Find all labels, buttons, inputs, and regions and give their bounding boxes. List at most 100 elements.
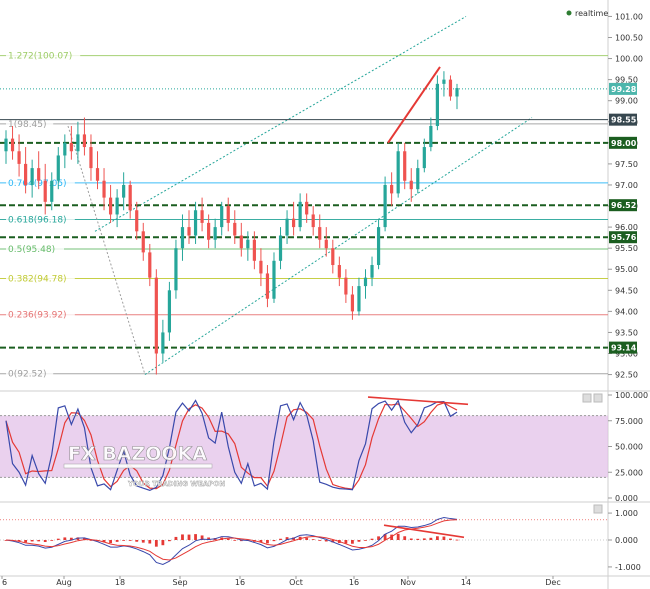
macd-hist-bar <box>135 540 139 542</box>
price-tick-label: 95.00 <box>615 265 638 274</box>
candle-body <box>357 286 361 312</box>
candle-body <box>383 184 387 228</box>
last-price-value: 99.28 <box>611 85 637 94</box>
candle-body <box>429 125 433 148</box>
stoch-trend-line <box>367 396 469 406</box>
candle-body <box>200 210 204 223</box>
macd-tick-label: 0.000 <box>615 536 638 545</box>
macd-hist-bar <box>455 539 459 541</box>
macd-hist-bar <box>370 538 374 540</box>
candle-body <box>409 180 413 190</box>
macd-settings-icon <box>593 504 603 514</box>
candle-body <box>291 218 296 228</box>
macd-hist-bar <box>429 537 433 540</box>
macd-hist-bar <box>128 540 132 541</box>
watermark-logo: FX BAZOOKA YOUR TRADING WEAPON <box>63 443 226 488</box>
price-tick-label: 94.00 <box>615 307 638 316</box>
macd-hist-bar <box>122 540 126 541</box>
support-level-value: 93.14 <box>611 344 637 353</box>
fib-level-label: 1.272(100.07) <box>8 52 72 62</box>
candle-body <box>174 248 178 291</box>
fib-level-label: 1(98.45) <box>8 120 47 130</box>
candle-body <box>233 222 237 236</box>
time-tick-label: Nov <box>400 578 416 587</box>
time-tick-label: Dec <box>545 578 560 587</box>
time-tick-label: Sep <box>172 578 187 587</box>
stoch-settings-icon <box>582 393 592 403</box>
candle-body <box>396 151 400 194</box>
macd-hist-bar <box>435 536 439 540</box>
candle-body <box>24 163 28 185</box>
candle-body <box>141 231 145 253</box>
macd-hist-bar <box>194 534 197 540</box>
candle-body <box>56 155 60 181</box>
candle-body <box>63 142 67 156</box>
macd-hist-bar <box>30 540 34 542</box>
fib-level-label: 0.618(96.18) <box>8 216 67 226</box>
macd-hist-bar <box>364 540 367 541</box>
candle-body <box>337 265 341 278</box>
chart-window: 101.00100.50100.0099.5099.0098.5098.0097… <box>0 0 650 589</box>
support-level-value: 95.76 <box>611 233 637 242</box>
candle-body <box>115 197 119 215</box>
candle-body <box>272 260 276 299</box>
macd-hist-bar <box>403 536 407 540</box>
support-level-value: 98.55 <box>611 116 637 125</box>
macd-hist-bar <box>56 538 60 540</box>
candle-body <box>50 180 54 202</box>
candle-body <box>148 252 152 278</box>
price-tick-label: 100.50 <box>615 33 643 42</box>
candle-body <box>265 273 270 299</box>
realtime-label: realtime <box>575 9 608 18</box>
macd-hist-bar <box>148 540 152 544</box>
time-tick-label: 6 <box>2 578 7 587</box>
time-tick-label: 14 <box>461 578 471 587</box>
candle-body <box>311 214 315 228</box>
stoch-tick-label: 75.000 <box>615 417 643 426</box>
macd-hist-bar <box>174 536 178 540</box>
price-tick-label: 100.00 <box>615 55 643 64</box>
time-tick-label: Aug <box>56 578 72 587</box>
time-tick-label: 18 <box>115 578 125 587</box>
candle-body <box>350 294 355 312</box>
macd-hist-bar <box>24 540 28 543</box>
candle-body <box>318 227 322 240</box>
candle-body <box>376 227 381 266</box>
candle-body <box>324 239 328 249</box>
candle-body <box>246 239 250 249</box>
macd-hist-bar <box>141 540 145 543</box>
candle-body <box>69 142 73 152</box>
candle-body <box>154 277 158 354</box>
candle-body <box>108 197 113 215</box>
candle-body <box>455 88 459 97</box>
chart-canvas[interactable]: 101.00100.50100.0099.5099.0098.5098.0097… <box>0 0 650 589</box>
candle-body <box>180 227 185 249</box>
time-tick-label: 16 <box>235 578 245 587</box>
candle-body <box>122 184 126 198</box>
stoch-tick-label: 25.000 <box>615 468 643 477</box>
macd-hist-bar <box>43 540 47 543</box>
candle-body <box>10 138 15 152</box>
candle-body <box>370 265 374 278</box>
price-tick-label: 97.00 <box>615 181 638 190</box>
stoch-tick-label: 50.000 <box>615 443 643 452</box>
fib-level-label: 0.382(94.78) <box>8 275 67 285</box>
candle-body <box>4 138 8 152</box>
candle-body <box>344 277 348 295</box>
macd-hist-bar <box>279 538 282 540</box>
macd-hist-bar <box>63 537 67 540</box>
stoch-close-icon <box>593 393 603 403</box>
candle-body <box>102 180 106 198</box>
price-tick-label: 95.50 <box>615 244 638 253</box>
support-level-value: 96.52 <box>611 201 636 210</box>
candle-body <box>213 227 217 240</box>
candle-body <box>135 210 139 232</box>
candle-body <box>95 168 100 181</box>
macd-hist-bar <box>272 540 276 542</box>
macd-hist-bar <box>416 538 420 540</box>
support-level-value: 98.00 <box>611 139 637 148</box>
macd-line <box>5 516 458 565</box>
candle-body <box>278 235 283 261</box>
macd-hist-bar <box>181 534 184 540</box>
candle-body <box>187 227 191 236</box>
